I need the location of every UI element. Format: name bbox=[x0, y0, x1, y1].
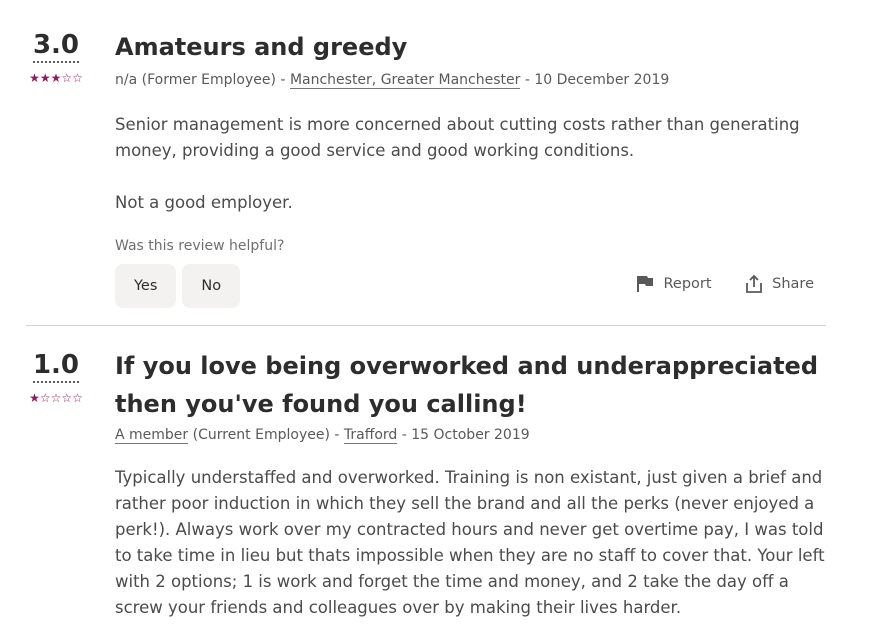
star-empty-icon: ☆ bbox=[39, 391, 51, 405]
star-filled-icon: ★ bbox=[39, 71, 51, 85]
helpful-yes-button[interactable]: Yes bbox=[115, 264, 177, 308]
meta-separator: - bbox=[397, 427, 412, 443]
review-date: 10 December 2019 bbox=[534, 72, 670, 88]
review-meta: n/a (Former Employee) - Manchester, Grea… bbox=[115, 70, 830, 90]
rating-score: 1.0 bbox=[32, 350, 80, 383]
review-author-link[interactable]: A member bbox=[115, 427, 189, 444]
share-button[interactable]: Share bbox=[744, 274, 814, 294]
rating-block: 1.0 ★☆☆☆☆ bbox=[22, 350, 90, 405]
star-filled-icon: ★ bbox=[29, 391, 40, 405]
helpful-question: Was this review helpful? bbox=[115, 238, 285, 254]
rating-score: 3.0 bbox=[32, 30, 80, 63]
rating-block: 3.0 ★★★☆☆ bbox=[22, 30, 90, 85]
review-content: If you love being overworked and underap… bbox=[115, 347, 830, 621]
star-rating: ★☆☆☆☆ bbox=[22, 391, 90, 405]
meta-separator: - bbox=[520, 72, 535, 88]
star-empty-icon: ☆ bbox=[72, 71, 83, 85]
review-actions: Yes No Report Share bbox=[115, 264, 830, 308]
review-title: Amateurs and greedy bbox=[115, 33, 408, 61]
review-meta: A member (Current Employee) - Trafford -… bbox=[115, 425, 830, 445]
review-divider bbox=[26, 325, 826, 326]
review-paragraph: Typically understaffed and overworked. T… bbox=[115, 468, 825, 617]
review-date: 15 October 2019 bbox=[411, 427, 530, 443]
review-location-link[interactable]: Trafford bbox=[343, 427, 398, 444]
review-author-role: (Former Employee) bbox=[141, 72, 276, 88]
star-empty-icon: ☆ bbox=[61, 391, 73, 405]
share-label: Share bbox=[772, 276, 814, 292]
review-tools: Report Share bbox=[607, 274, 814, 298]
meta-separator: - bbox=[275, 72, 290, 88]
review-text: Senior management is more concerned abou… bbox=[115, 112, 830, 216]
star-rating: ★★★☆☆ bbox=[22, 71, 90, 85]
helpful-no-button[interactable]: No bbox=[182, 264, 241, 308]
share-icon bbox=[746, 274, 763, 293]
review-location-link[interactable]: Manchester, Greater Manchester bbox=[289, 72, 521, 89]
flag-icon bbox=[637, 276, 654, 292]
star-empty-icon: ☆ bbox=[72, 391, 83, 405]
star-filled-icon: ★ bbox=[50, 71, 62, 85]
review-paragraph: Senior management is more concerned abou… bbox=[115, 115, 800, 160]
review-author: n/a bbox=[115, 72, 138, 88]
review-author-role: (Current Employee) bbox=[188, 427, 330, 443]
review-text: Typically understaffed and overworked. T… bbox=[115, 465, 830, 621]
star-empty-icon: ☆ bbox=[50, 391, 62, 405]
report-button[interactable]: Report bbox=[635, 274, 712, 294]
report-label: Report bbox=[663, 276, 712, 292]
meta-separator: - bbox=[329, 427, 344, 443]
review-content: Amateurs and greedy n/a (Former Employee… bbox=[115, 28, 830, 308]
review-paragraph: Not a good employer. bbox=[115, 193, 293, 212]
star-empty-icon: ☆ bbox=[61, 71, 73, 85]
star-filled-icon: ★ bbox=[29, 71, 40, 85]
review-title: If you love being overworked and underap… bbox=[115, 352, 818, 418]
